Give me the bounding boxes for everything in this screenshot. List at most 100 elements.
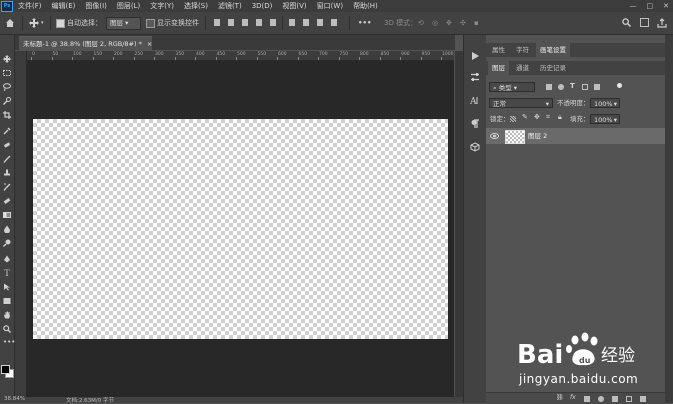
- more-options-icon[interactable]: •••: [358, 17, 371, 29]
- transparent-canvas[interactable]: [33, 119, 448, 339]
- hand-tool-icon[interactable]: [3, 311, 11, 319]
- align-vertical-center-icon[interactable]: [228, 19, 234, 26]
- maximize-button[interactable]: □: [647, 2, 654, 10]
- 3d-pan-icon[interactable]: ✥: [446, 17, 452, 29]
- align-top-icon[interactable]: [214, 19, 220, 26]
- align-horizontal-center-icon[interactable]: [270, 19, 276, 26]
- foreground-color-swatch[interactable]: [1, 365, 10, 374]
- tab-history[interactable]: 历史记录: [536, 61, 570, 75]
- menu-type[interactable]: 文字(Y): [150, 1, 174, 11]
- blend-mode-dropdown[interactable]: 正常 ▾: [489, 98, 553, 108]
- filter-pixel-icon[interactable]: [546, 84, 552, 90]
- show-transform-checkbox[interactable]: 显示变换控件: [146, 17, 199, 29]
- menu-filter[interactable]: 滤镜(T): [218, 1, 242, 11]
- stamp-tool-icon[interactable]: [3, 169, 11, 177]
- align-bottom-icon[interactable]: [242, 19, 248, 26]
- menu-help[interactable]: 帮助(H): [353, 1, 378, 11]
- edit-toolbar-icon[interactable]: •••: [3, 339, 15, 347]
- lock-position-icon[interactable]: ✥: [534, 113, 540, 121]
- filter-shape-icon[interactable]: [582, 84, 588, 90]
- layer-name[interactable]: 图层 2: [528, 128, 547, 144]
- path-selection-tool-icon[interactable]: [3, 283, 11, 291]
- menu-view[interactable]: 视图(V): [282, 1, 306, 11]
- blur-tool-icon[interactable]: [3, 225, 11, 233]
- filter-type-icon[interactable]: T: [570, 82, 575, 90]
- type-tool-icon[interactable]: T: [3, 269, 11, 278]
- tab-brush-settings[interactable]: 画笔设置: [536, 43, 570, 57]
- filter-smartobject-icon[interactable]: [594, 84, 600, 90]
- tab-channels[interactable]: 通道: [512, 61, 533, 75]
- move-tool-icon[interactable]: [29, 18, 39, 28]
- document-scrollbar[interactable]: [455, 51, 463, 397]
- lasso-tool-icon[interactable]: [3, 83, 11, 91]
- distribute-left-icon[interactable]: [331, 19, 337, 26]
- 3d-slide-icon[interactable]: ✣: [460, 17, 466, 29]
- lock-all-icon[interactable]: 🔒︎: [558, 113, 562, 122]
- marquee-tool-icon[interactable]: [3, 69, 11, 77]
- dodge-tool-icon[interactable]: [3, 239, 11, 247]
- distribute-bottom-icon[interactable]: [317, 19, 323, 26]
- tab-character[interactable]: 字符: [512, 43, 533, 57]
- distribute-vcenter-icon[interactable]: [303, 19, 309, 26]
- tool-preset-chevron-icon[interactable]: ▾: [41, 17, 44, 29]
- play-actions-icon[interactable]: [470, 51, 480, 61]
- menu-window[interactable]: 窗口(W): [317, 1, 343, 11]
- menu-file[interactable]: 文件(F): [18, 1, 42, 11]
- filter-toggle-icon[interactable]: [617, 83, 622, 88]
- eraser-tool-icon[interactable]: [3, 197, 11, 205]
- fill-input[interactable]: 100% ▾: [590, 114, 620, 124]
- layer-thumbnail[interactable]: [505, 130, 525, 144]
- zoom-tool-icon[interactable]: [3, 325, 11, 333]
- brush-tool-icon[interactable]: [3, 155, 11, 163]
- search-icon[interactable]: [622, 18, 631, 27]
- lock-pixels-icon[interactable]: ✎: [522, 113, 528, 121]
- workspace-icon[interactable]: [640, 18, 649, 27]
- distribute-top-icon[interactable]: [289, 19, 295, 26]
- home-icon[interactable]: [5, 18, 15, 28]
- gradient-tool-icon[interactable]: [3, 211, 11, 219]
- history-brush-tool-icon[interactable]: [3, 183, 11, 191]
- tab-properties[interactable]: 属性: [488, 43, 509, 57]
- menu-select[interactable]: 选择(S): [184, 1, 208, 11]
- adjustments-icon[interactable]: [470, 72, 480, 82]
- eyedropper-tool-icon[interactable]: [3, 127, 11, 135]
- menu-edit[interactable]: 编辑(E): [52, 1, 76, 11]
- tab-layers[interactable]: 图层: [488, 61, 509, 75]
- character-panel-icon[interactable]: A: [470, 95, 480, 105]
- menu-image[interactable]: 图像(I): [85, 1, 107, 11]
- 3d-panel-icon[interactable]: [470, 142, 480, 152]
- document-tab-close-icon[interactable]: ×: [147, 40, 152, 48]
- align-left-icon[interactable]: [256, 19, 262, 26]
- close-window-button[interactable]: ✕: [663, 2, 669, 10]
- pen-tool-icon[interactable]: [3, 255, 11, 263]
- filter-adjustment-icon[interactable]: [558, 84, 564, 90]
- paragraph-panel-icon[interactable]: [470, 119, 480, 129]
- opacity-input[interactable]: 100% ▾: [590, 98, 620, 108]
- checkbox-box[interactable]: [146, 18, 155, 28]
- rectangle-tool-icon[interactable]: [3, 297, 11, 305]
- zoom-level[interactable]: 38.84%: [4, 396, 25, 402]
- document-tab[interactable]: 未标题-1 @ 38.8% (图层 2, RGB/8#) * ×: [19, 36, 152, 50]
- layer-filter-dropdown[interactable]: ⌕ 类型 ▾: [489, 82, 535, 92]
- visibility-eye-icon[interactable]: [490, 132, 499, 140]
- lock-artboard-icon[interactable]: ⌗: [546, 113, 550, 122]
- 3d-rotate-icon[interactable]: ⟲: [418, 17, 424, 29]
- healing-brush-tool-icon[interactable]: [3, 141, 11, 149]
- menu-layer[interactable]: 图层(L): [117, 1, 140, 11]
- crop-tool-icon[interactable]: [3, 111, 11, 119]
- photoshop-logo[interactable]: Ps: [1, 0, 13, 12]
- auto-select-checkbox[interactable]: 自动选择：: [56, 17, 102, 29]
- minimize-button[interactable]: —: [630, 2, 637, 10]
- baidu-jingyan-watermark: Bai du 经验 jingyan.baidu.com: [513, 330, 673, 400]
- lock-transparent-icon[interactable]: [510, 116, 516, 122]
- quick-selection-tool-icon[interactable]: [3, 97, 11, 105]
- checkbox-box[interactable]: [56, 18, 65, 28]
- layer-row[interactable]: 图层 2: [486, 128, 665, 144]
- layers-tabs: 图层 通道 历史记录: [486, 61, 665, 75]
- menu-3d[interactable]: 3D(D): [252, 2, 273, 10]
- 3d-scale-icon[interactable]: ▪: [474, 17, 479, 29]
- move-tool-icon[interactable]: [3, 55, 11, 63]
- 3d-roll-icon[interactable]: ◎: [432, 17, 438, 29]
- share-icon[interactable]: [657, 18, 667, 28]
- auto-select-target-dropdown[interactable]: 图层 ▾: [106, 17, 141, 30]
